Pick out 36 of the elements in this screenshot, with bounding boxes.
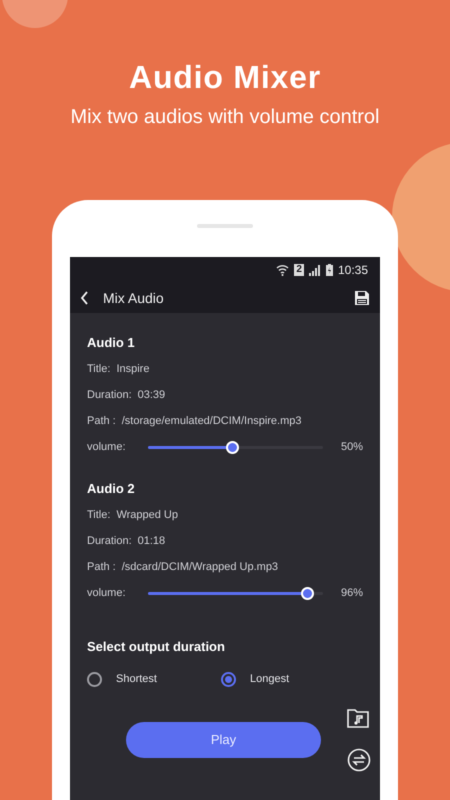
battery-icon (326, 264, 333, 276)
duration-radio[interactable]: Shortest (87, 671, 221, 688)
audio-heading: Audio 1 (87, 335, 136, 351)
path-label: Path : (87, 560, 116, 575)
volume-slider-thumb[interactable] (226, 440, 239, 454)
swap-icon[interactable] (347, 748, 371, 772)
signal-icon (308, 264, 321, 276)
music-folder-icon[interactable] (347, 708, 369, 728)
status-time: 10:35 (338, 262, 368, 279)
output-heading: Select output duration (87, 639, 226, 655)
path-value: /storage/emulated/DCIM/Inspire.mp3 (122, 414, 302, 429)
wifi-icon (276, 264, 290, 276)
save-icon[interactable] (354, 290, 370, 306)
title-label: Title: (87, 362, 110, 377)
duration-label: Duration: (87, 388, 132, 403)
path-value: /sdcard/DCIM/Wrapped Up.mp3 (122, 560, 278, 575)
sim-badge: 2 (294, 264, 304, 276)
play-button[interactable]: Play (126, 722, 321, 758)
volume-label: volume: (87, 586, 127, 601)
volume-reading: 50% (340, 440, 363, 455)
title-value: Inspire (116, 362, 150, 377)
volume-reading: 96% (340, 586, 363, 601)
duration-value: 03:39 (138, 388, 166, 403)
duration-radio[interactable]: Longest (221, 671, 355, 688)
volume-label: volume: (87, 440, 127, 455)
volume-slider-thumb[interactable] (301, 586, 314, 600)
promo-subtitle: Mix two audios with volume control (70, 105, 380, 130)
back-icon[interactable] (80, 291, 89, 305)
audio-heading: Audio 2 (87, 481, 136, 497)
duration-label: Duration: (87, 534, 132, 549)
app-bar-title: Mix Audio (103, 288, 164, 308)
duration-value: 01:18 (138, 534, 166, 549)
title-value: Wrapped Up (116, 508, 178, 523)
path-label: Path : (87, 414, 116, 429)
promo-title: Audio Mixer (129, 58, 321, 96)
title-label: Title: (87, 508, 110, 523)
